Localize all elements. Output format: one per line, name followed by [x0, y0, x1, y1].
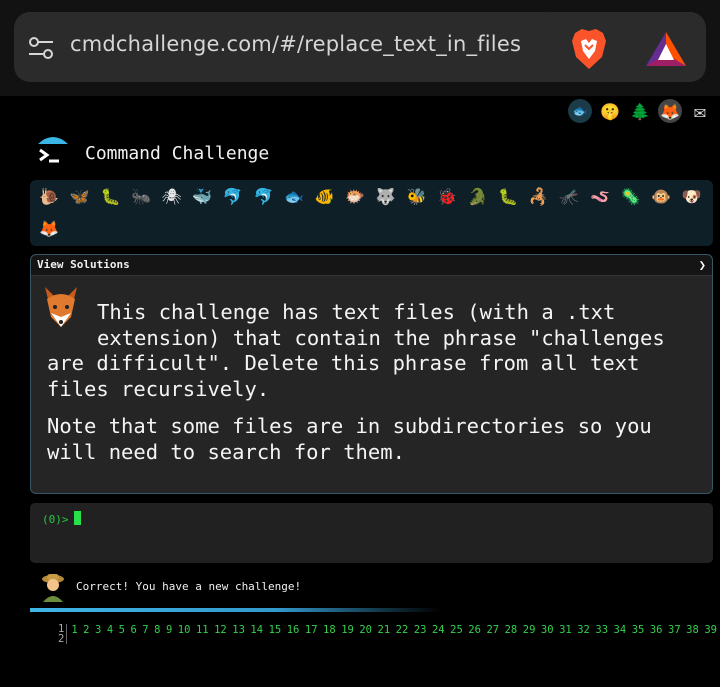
level-number-link[interactable]: 18 — [323, 624, 336, 636]
level-number-link[interactable]: 26 — [468, 624, 481, 636]
level-row1-15-icon[interactable]: 🐛 — [493, 182, 524, 210]
level-number-link[interactable]: 39 — [704, 624, 717, 636]
level-number-link[interactable]: 17 — [305, 624, 318, 636]
terminal-cursor — [74, 511, 81, 525]
level-row1-21-icon[interactable]: 🐶 — [676, 182, 707, 210]
levels-row-2: 🦊 — [34, 214, 65, 242]
gitlab-icon[interactable]: 🦊 — [658, 99, 682, 123]
level-number-link[interactable]: 7 — [142, 624, 148, 636]
description-line-3: are difficult". Delete this phrase from … — [47, 351, 640, 375]
level-row2-0-icon[interactable]: 🦊 — [34, 214, 65, 242]
browser-toolbar: cmdchallenge.com/#/replace_text_in_files — [0, 0, 720, 96]
brave-shields-icon[interactable] — [569, 27, 609, 71]
page-title: Command Challenge — [85, 143, 270, 164]
level-number-link[interactable]: 24 — [432, 624, 445, 636]
level-number-link[interactable]: 27 — [486, 624, 499, 636]
progress-bar — [30, 608, 440, 612]
solutions-header[interactable]: View Solutions ❯ — [31, 255, 712, 276]
level-row1-10-icon[interactable]: 🐡 — [340, 182, 371, 210]
level-row1-9-icon[interactable]: 🐠 — [309, 182, 340, 210]
explorer-avatar-icon — [42, 574, 64, 602]
level-number-link[interactable]: 31 — [559, 624, 572, 636]
level-row1-4-icon[interactable]: 🕷 — [156, 182, 187, 210]
level-number-link[interactable]: 6 — [130, 624, 136, 636]
level-number-link[interactable]: 32 — [577, 624, 590, 636]
url-text[interactable]: cmdchallenge.com/#/replace_text_in_files — [70, 32, 521, 56]
level-number-link[interactable]: 5 — [119, 624, 125, 636]
challenge-panel: View Solutions ❯ This challenge has text… — [30, 254, 713, 494]
description-note: Note that some files are in subdirectori… — [47, 414, 652, 464]
level-number-list: 1 2 1 2 3 4 5 6 7 8 9 10 11 12 13 14 15 16 17 18 19 20 21 22 2… — [58, 624, 720, 648]
result-message: Correct! You have a new challenge! — [76, 580, 302, 593]
level-row1-14-icon[interactable]: 🐊 — [462, 182, 493, 210]
level-number-link[interactable]: 9 — [166, 624, 172, 636]
level-row1-20-icon[interactable]: 🐵 — [646, 182, 677, 210]
level-number-link[interactable]: 36 — [650, 624, 663, 636]
level-number-link[interactable]: 21 — [378, 624, 391, 636]
gutter-divider — [66, 624, 68, 644]
terminal-prompt: (0)> — [42, 513, 69, 526]
level-number-link[interactable]: 20 — [359, 624, 372, 636]
level-number-link[interactable]: 11 — [196, 624, 209, 636]
level-number-link[interactable]: 38 — [686, 624, 699, 636]
level-number-link[interactable]: 22 — [396, 624, 409, 636]
level-number-link[interactable]: 3 — [95, 624, 101, 636]
site-settings-icon[interactable] — [28, 36, 54, 60]
level-number-link[interactable]: 4 — [107, 624, 113, 636]
level-number-link[interactable]: 33 — [595, 624, 608, 636]
level-number-link[interactable]: 2 — [83, 624, 89, 636]
mail-icon[interactable]: ✉ — [688, 99, 712, 123]
view-solutions-link[interactable]: View Solutions — [37, 258, 130, 271]
terminal-logo-icon — [38, 137, 68, 163]
level-row1-3-icon[interactable]: 🐜 — [126, 182, 157, 210]
level-numbers: 1 2 3 4 5 6 7 8 9 10 11 12 13 14 15 16 17 18 19 20 21 22 23 24 2… — [71, 624, 720, 636]
level-number-link[interactable]: 10 — [178, 624, 191, 636]
level-row1-2-icon[interactable]: 🐛 — [95, 182, 126, 210]
level-number-link[interactable]: 12 — [214, 624, 227, 636]
level-number-link[interactable]: 8 — [154, 624, 160, 636]
level-number-link[interactable]: 25 — [450, 624, 463, 636]
level-number-link[interactable]: 23 — [414, 624, 427, 636]
level-number-link[interactable]: 13 — [232, 624, 245, 636]
terminal-input[interactable]: (0)> — [30, 503, 713, 563]
line-number: 2 — [58, 633, 65, 645]
level-number-link[interactable]: 34 — [614, 624, 627, 636]
level-row1-11-icon[interactable]: 🐺 — [371, 182, 402, 210]
brave-rewards-icon[interactable] — [644, 30, 688, 68]
shush-emoji-icon[interactable]: 🤫 — [598, 99, 622, 123]
level-row1-17-icon[interactable]: 🦟 — [554, 182, 585, 210]
level-number-link[interactable]: 35 — [632, 624, 645, 636]
level-row1-13-icon[interactable]: 🐞 — [432, 182, 463, 210]
level-row1-16-icon[interactable]: 🦂 — [524, 182, 555, 210]
level-number-link[interactable]: 28 — [505, 624, 518, 636]
level-row1-0-icon[interactable]: 🐌 — [34, 182, 65, 210]
level-row1-19-icon[interactable]: 🦠 — [615, 182, 646, 210]
header-icons: 🐟 🤫 🌲 🦊 ✉ — [568, 99, 712, 125]
level-number-link[interactable]: 29 — [523, 624, 536, 636]
terminal-logo-icon[interactable]: 🐟 — [568, 99, 592, 123]
level-row1-1-icon[interactable]: 🦋 — [65, 182, 96, 210]
level-number-link[interactable]: 30 — [541, 624, 554, 636]
level-selector: 🐌 🦋 🐛 🐜 🕷 🐳 🐬 🐬 🐟 🐠 🐡 🐺 🐝 🐞 🐊 🐛 🦂 🦟 🪱 🦠 🐵 🐶 🦊 — [30, 180, 713, 246]
chevron-right-icon[interactable]: ❯ — [699, 258, 706, 272]
description-line-1: This challenge has text files (with a .t… — [97, 300, 616, 324]
level-number-link[interactable]: 15 — [269, 624, 282, 636]
level-row1-7-icon[interactable]: 🐬 — [248, 182, 279, 210]
level-number-link[interactable]: 19 — [341, 624, 354, 636]
level-row1-18-icon[interactable]: 🪱 — [585, 182, 616, 210]
level-row1-8-icon[interactable]: 🐟 — [279, 182, 310, 210]
level-number-link[interactable]: 14 — [250, 624, 263, 636]
level-number-link[interactable]: 16 — [287, 624, 300, 636]
level-row1-5-icon[interactable]: 🐳 — [187, 182, 218, 210]
line-numbers: 1 2 — [58, 624, 64, 644]
challenge-description: This challenge has text files (with a .t… — [47, 300, 697, 477]
level-row1-6-icon[interactable]: 🐬 — [218, 182, 249, 210]
level-number-link[interactable]: 37 — [668, 624, 681, 636]
level-number-link[interactable]: 1 — [71, 624, 77, 636]
description-line-4: files recursively. — [47, 376, 270, 401]
levels-row-1: 🐌 🦋 🐛 🐜 🕷 🐳 🐬 🐬 🐟 🐠 🐡 🐺 🐝 🐞 🐊 🐛 🦂 🦟 🪱 🦠 🐵 🐶 — [34, 182, 707, 210]
tree-icon[interactable]: 🌲 — [628, 99, 652, 123]
level-row1-12-icon[interactable]: 🐝 — [401, 182, 432, 210]
description-line-2: extension) that contain the phrase "chal… — [97, 325, 665, 350]
